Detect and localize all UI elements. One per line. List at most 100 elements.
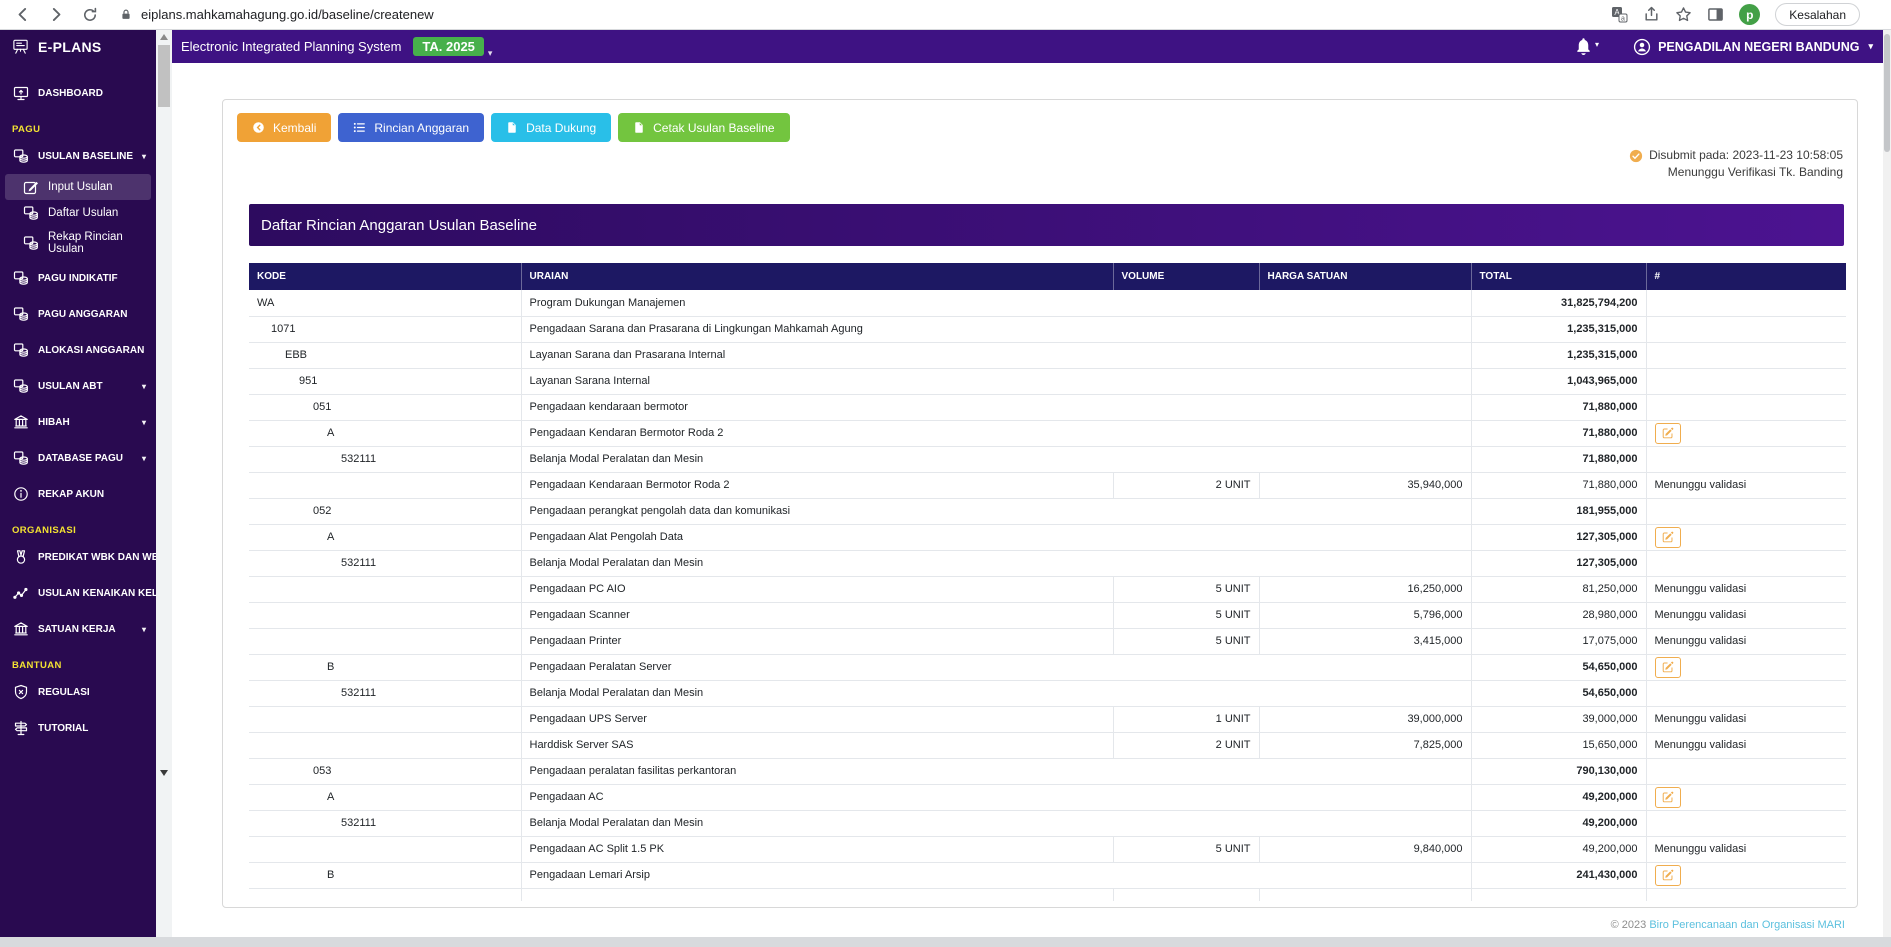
forward-icon[interactable] (48, 6, 65, 23)
rincian-anggaran-button[interactable]: Rincian Anggaran (338, 113, 485, 142)
side-panel-icon[interactable] (1707, 6, 1724, 23)
sidebar-item-hibah[interactable]: HIBAH ▾ (0, 404, 156, 440)
kode-cell (249, 836, 522, 863)
sidebar-item-predikat-wbk-dan-wbbm[interactable]: PREDIKAT WBK DAN WBBM (0, 539, 156, 575)
address-bar[interactable]: eiplans.mahkamahagung.go.id/baseline/cre… (120, 7, 1611, 22)
total-cell: 71,880,000 (1471, 394, 1647, 421)
sidebar-item-database-pagu[interactable]: DATABASE PAGU ▾ (0, 440, 156, 476)
sidebar-item-usulan-abt[interactable]: USULAN ABT ▾ (0, 368, 156, 404)
bookmark-star-icon[interactable] (1675, 6, 1692, 23)
action-cell (1646, 316, 1846, 343)
edit-button[interactable] (1654, 656, 1681, 678)
scroll-up-arrow-icon[interactable] (160, 34, 168, 40)
cetak-usulan-button[interactable]: Cetak Usulan Baseline (618, 113, 790, 142)
year-caret-icon[interactable]: ▾ (488, 48, 493, 63)
harga-satuan-cell: 3,415,000 (1259, 628, 1472, 655)
sidebar-item-label: SATUAN KERJA (38, 623, 116, 635)
uraian-cell: Pengadaan AC (521, 784, 1472, 811)
database-icon (12, 378, 29, 394)
uraian-cell: Pengadaan AC Split 1.5 PK (521, 836, 1114, 863)
total-cell: 54,650,000 (1471, 680, 1647, 707)
edit-button[interactable] (1654, 526, 1681, 548)
edit-button[interactable] (1654, 864, 1681, 886)
reload-icon[interactable] (82, 7, 98, 23)
validation-status-cell: Menunggu validasi (1646, 472, 1846, 499)
year-badge[interactable]: TA. 2025 (413, 37, 484, 56)
chevron-down-icon: ▾ (141, 453, 146, 463)
uraian-cell (521, 888, 1114, 901)
validation-status-cell: Menunggu validasi (1646, 576, 1846, 603)
action-cell (1646, 862, 1846, 889)
sidebar-scrollbar[interactable] (156, 30, 172, 937)
sidebar-item-tutorial[interactable]: TUTORIAL (0, 710, 156, 746)
error-button[interactable]: Kesalahan (1775, 3, 1860, 26)
harga-satuan-cell: 7,825,000 (1259, 732, 1472, 759)
sidebar-item-dashboard[interactable]: DASHBOARD (0, 75, 156, 111)
kode-cell: 532111 (249, 680, 522, 707)
kode-cell: 053 (249, 758, 522, 785)
table-row: A Pengadaan Alat Pengolah Data 127,305,000 (249, 524, 1846, 551)
table-row: Pengadaan Scanner 5 UNIT 5,796,000 28,980,0… (249, 602, 1846, 629)
kode-cell: 532111 (249, 810, 522, 837)
translate-icon[interactable]: Aa (1611, 6, 1628, 23)
total-cell: 790,130,000 (1471, 758, 1647, 785)
file-pdf-icon (635, 122, 643, 133)
profile-avatar[interactable]: p (1739, 4, 1761, 25)
notifications-button[interactable]: ▾ (1574, 37, 1599, 56)
sidebar-item-label: USULAN ABT (38, 380, 103, 392)
uraian-cell: Pengadaan UPS Server (521, 706, 1114, 733)
uraian-cell: Pengadaan Alat Pengolah Data (521, 524, 1472, 551)
sidebar-item-pagu-anggaran[interactable]: PAGU ANGGARAN (0, 296, 156, 332)
table-row: 053 Pengadaan peralatan fasilitas perkant… (249, 758, 1846, 785)
uraian-cell: Program Dukungan Manajemen (521, 290, 1472, 317)
sidebar-item-input-usulan[interactable]: Input Usulan (5, 174, 151, 200)
sidebar-item-pagu-indikatif[interactable]: PAGU INDIKATIF (0, 260, 156, 296)
harga-satuan-cell (1259, 888, 1472, 901)
url-text[interactable]: eiplans.mahkamahagung.go.id/baseline/cre… (141, 7, 434, 22)
validation-status-cell: Menunggu validasi (1646, 628, 1846, 655)
back-button[interactable]: Kembali (237, 113, 332, 142)
window-bottom-strip (0, 937, 1891, 947)
kode-cell: A (249, 784, 522, 811)
pencil-square-icon (1662, 531, 1673, 543)
data-dukung-button[interactable]: Data Dukung (491, 113, 612, 142)
chart-icon (12, 585, 29, 601)
sidebar-item-satuan-kerja[interactable]: SATUAN KERJA ▾ (0, 611, 156, 647)
chevron-down-icon: ▾ (141, 624, 146, 634)
volume-cell: 5 UNIT (1113, 628, 1260, 655)
scrollbar-thumb[interactable] (158, 45, 170, 107)
uraian-cell: Layanan Sarana Internal (521, 368, 1472, 395)
browser-menu-icon[interactable]: ⋮ (1875, 10, 1881, 20)
table-row: Pengadaan PC AIO 5 UNIT 16,250,000 81,250,0… (249, 576, 1846, 603)
page-scrollbar-thumb[interactable] (1884, 34, 1890, 152)
kode-cell: B (249, 862, 522, 889)
harga-satuan-cell: 9,840,000 (1259, 836, 1472, 863)
edit-button[interactable] (1654, 422, 1681, 444)
sidebar-item-alokasi-anggaran[interactable]: ALOKASI ANGGARAN (0, 332, 156, 368)
edit-button[interactable] (1654, 786, 1681, 808)
back-icon[interactable] (14, 6, 31, 23)
pencil-square-icon (1662, 661, 1673, 673)
sidebar-item-usulan-baseline[interactable]: USULAN BASELINE ▾ (0, 138, 156, 174)
column-header-uraian: URAIAN (521, 263, 1114, 290)
chevron-down-icon: ▾ (141, 381, 146, 391)
footer-link[interactable]: Biro Perencanaan dan Organisasi MARI (1649, 919, 1845, 931)
org-dropdown[interactable]: PENGADILAN NEGERI BANDUNG ▾ (1633, 38, 1873, 56)
action-cell (1646, 680, 1846, 707)
page-content: Kembali Rincian Anggaran Data Dukung Cet… (172, 63, 1883, 937)
share-icon[interactable] (1643, 6, 1660, 23)
sidebar-item-usulan-kenaikan-kelas[interactable]: USULAN KENAIKAN KELAS▾ (0, 575, 156, 611)
sidebar-item-rekap-rincian-usulan[interactable]: Rekap Rincian Usulan (5, 226, 151, 260)
sidebar-item-label: DASHBOARD (38, 87, 103, 99)
sidebar-item-rekap-akun[interactable]: REKAP AKUN (0, 476, 156, 512)
sidebar-item-daftar-usulan[interactable]: Daftar Usulan (5, 200, 151, 226)
sidebar-item-label: REGULASI (38, 686, 90, 698)
sidebar-section-label: ORGANISASI (12, 525, 77, 536)
table-row: 1071 Pengadaan Sarana dan Prasarana di Li… (249, 316, 1846, 343)
scroll-down-arrow-icon[interactable] (160, 770, 168, 776)
pencil-square-icon (1662, 791, 1673, 803)
uraian-cell: Pengadaan Peralatan Server (521, 654, 1472, 681)
kode-cell (249, 888, 522, 901)
page-scrollbar[interactable] (1883, 30, 1891, 937)
sidebar-item-regulasi[interactable]: REGULASI (0, 674, 156, 710)
